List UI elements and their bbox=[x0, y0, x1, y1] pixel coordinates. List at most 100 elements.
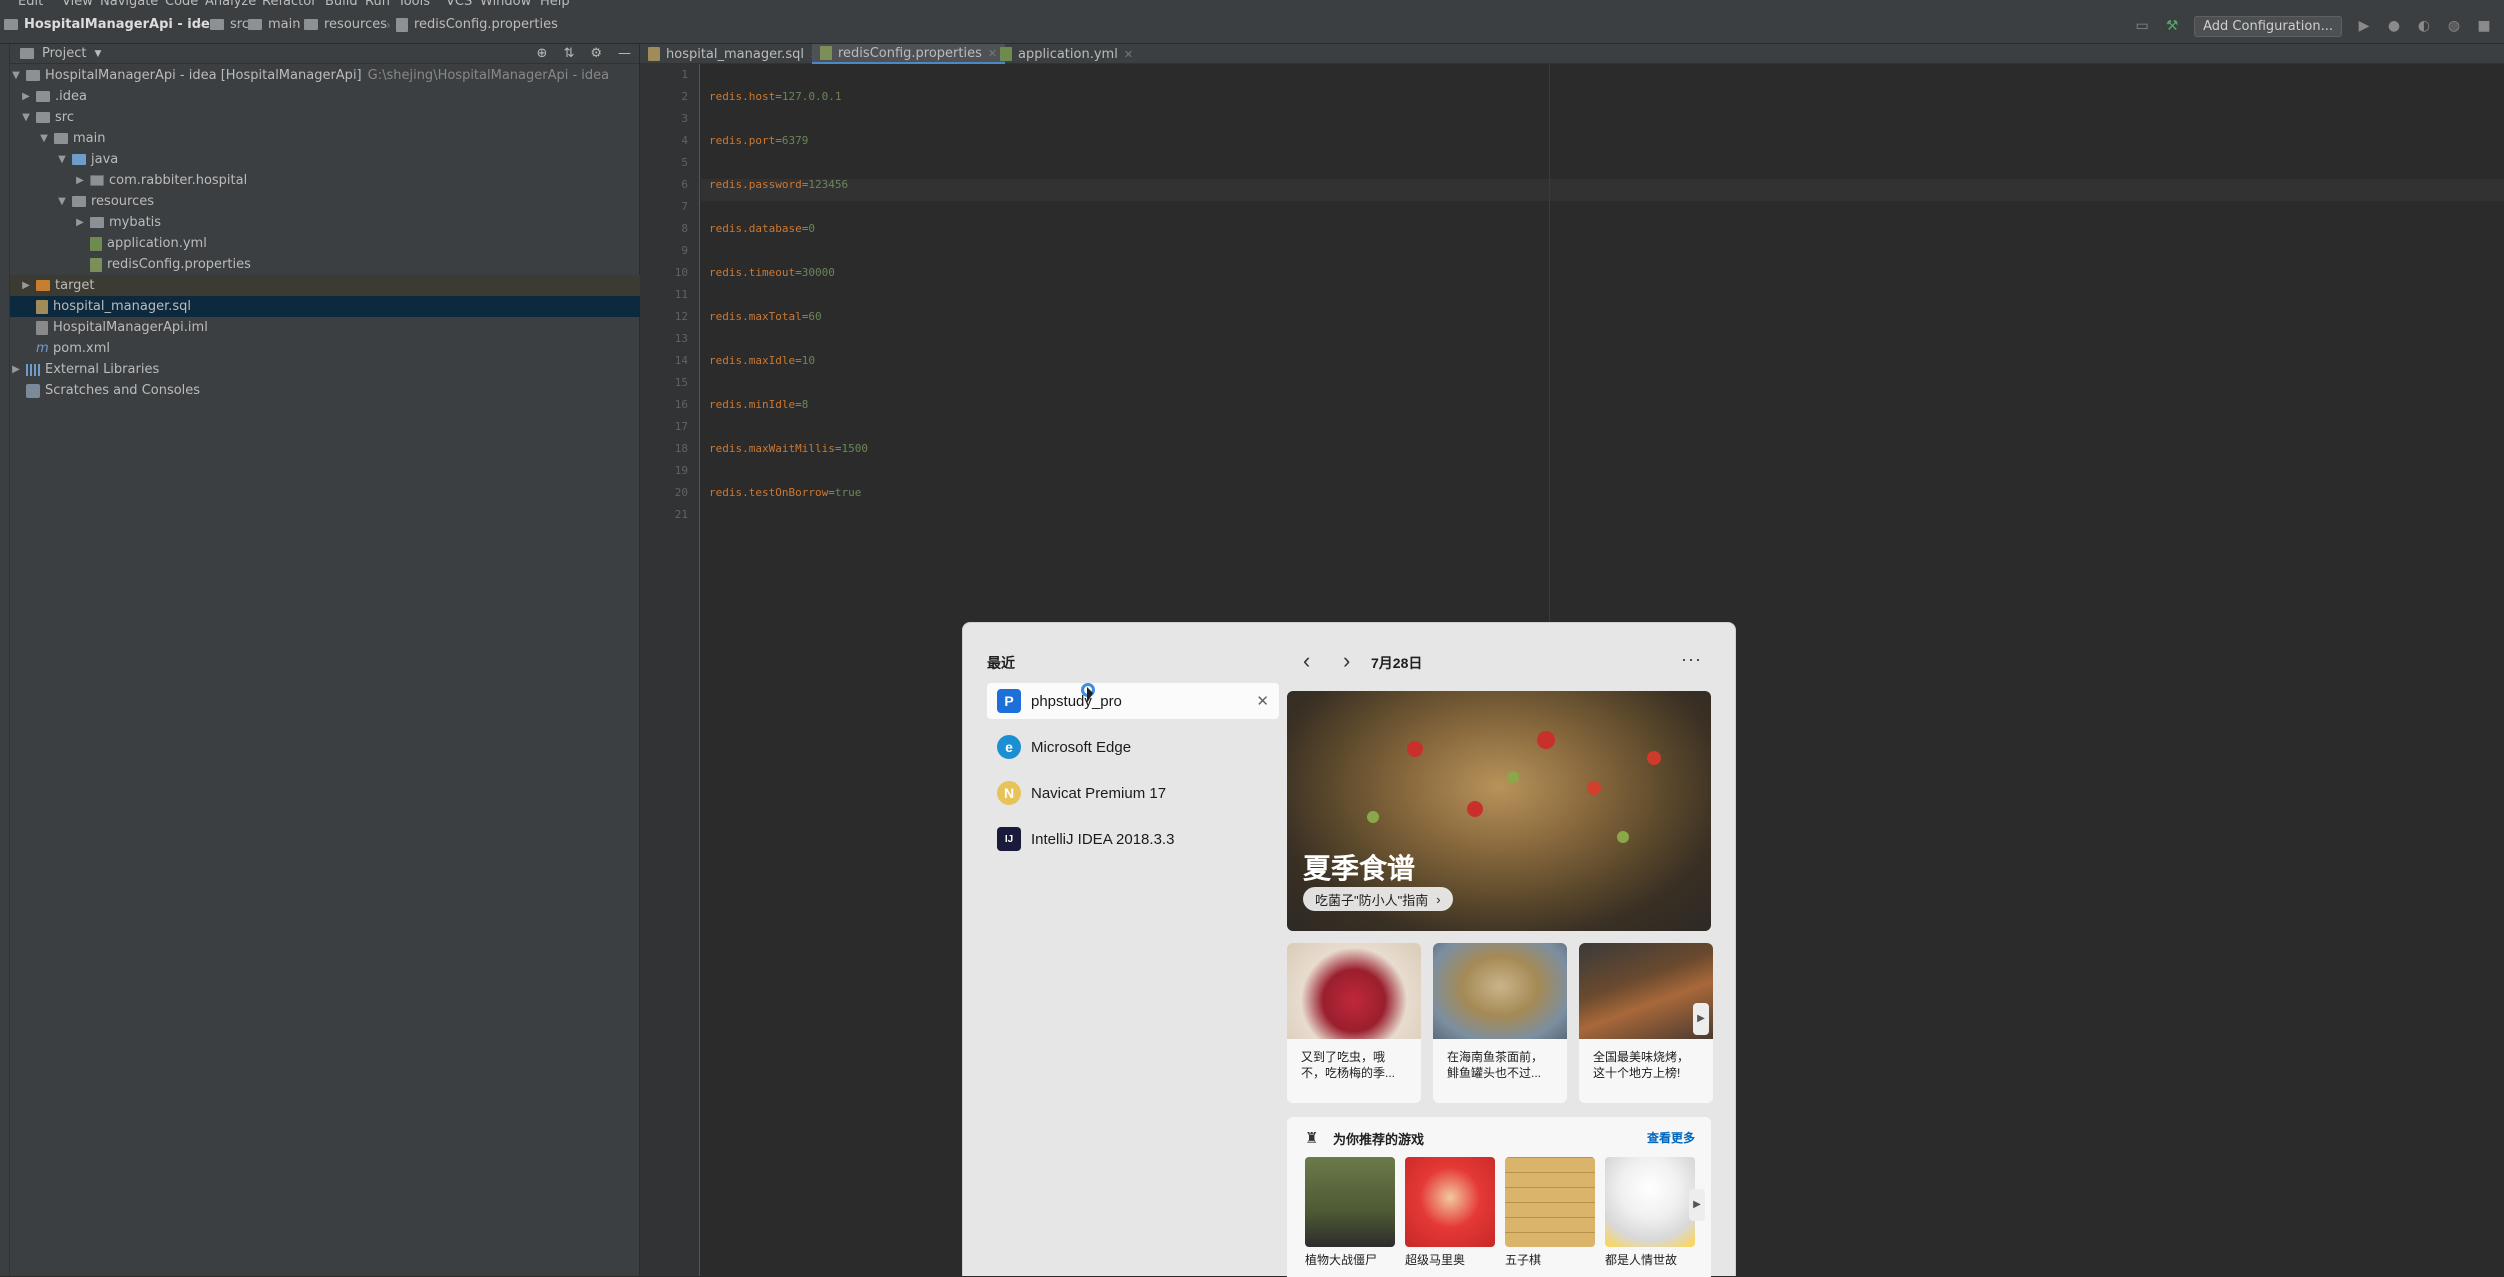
breadcrumb-resources[interactable]: resources bbox=[304, 17, 387, 32]
scratches-icon bbox=[26, 383, 40, 398]
recent-app-phpstudy[interactable]: P phpstudy_pro ✕ bbox=[987, 683, 1279, 719]
collapsed-arrow-icon[interactable]: ▶ bbox=[74, 175, 86, 186]
tree-item-iml[interactable]: HospitalManagerApi.iml bbox=[10, 317, 640, 338]
property-key: redis.maxTotal= bbox=[709, 310, 809, 323]
menu-refactor[interactable]: Refactor bbox=[262, 0, 317, 8]
chevron-right-icon: › bbox=[1436, 891, 1441, 907]
menu-help[interactable]: Help bbox=[540, 0, 570, 8]
tree-item-java[interactable]: ▼ java bbox=[10, 149, 640, 170]
stop-icon[interactable]: ■ bbox=[2476, 18, 2492, 34]
recent-app-navicat[interactable]: N Navicat Premium 17 bbox=[987, 775, 1279, 811]
property-value: 10 bbox=[801, 354, 815, 367]
close-icon[interactable]: ✕ bbox=[1256, 692, 1269, 710]
hero-recipe-card[interactable]: 夏季食谱 吃菌子"防小人"指南 › bbox=[1287, 691, 1711, 931]
folder-icon bbox=[210, 19, 224, 30]
menu-navigate[interactable]: Navigate bbox=[100, 0, 158, 8]
tree-item-target[interactable]: ▶ target bbox=[10, 275, 640, 296]
minimize-icon[interactable]: — bbox=[618, 46, 631, 61]
collapsed-arrow-icon[interactable]: ▶ bbox=[10, 364, 22, 375]
expanded-arrow-icon[interactable]: ▼ bbox=[20, 112, 32, 123]
start-menu-panel: 最近 P phpstudy_pro ✕ e Microsoft Edge N N… bbox=[962, 622, 1736, 1277]
gear-icon[interactable]: ⚙ bbox=[590, 46, 602, 61]
games-next-icon[interactable]: ▶ bbox=[1689, 1189, 1705, 1221]
fish-image bbox=[1433, 943, 1567, 1039]
tree-item-resources[interactable]: ▼ resources bbox=[10, 191, 640, 212]
tab-application-yml[interactable]: application.yml ✕ bbox=[992, 44, 1141, 64]
tree-item-sql[interactable]: hospital_manager.sql bbox=[10, 296, 640, 317]
menu-edit[interactable]: Edit bbox=[18, 0, 43, 8]
collapsed-arrow-icon[interactable]: ▶ bbox=[20, 280, 32, 291]
yaml-file-icon bbox=[1000, 47, 1012, 61]
expanded-arrow-icon[interactable]: ▼ bbox=[10, 70, 22, 81]
locate-icon[interactable]: ⊕ bbox=[537, 46, 548, 61]
news-card[interactable]: 在海南鱼茶面前，鲱鱼罐头也不过... bbox=[1433, 943, 1567, 1103]
tree-item-pom[interactable]: m pom.xml bbox=[10, 338, 640, 359]
tree-item-src[interactable]: ▼ src bbox=[10, 107, 640, 128]
tab-hospital-manager-sql[interactable]: hospital_manager.sql ✕ bbox=[640, 44, 827, 64]
profile-icon[interactable]: ◍ bbox=[2446, 18, 2462, 34]
menu-run[interactable]: Run bbox=[365, 0, 390, 8]
tree-item-redis-properties[interactable]: redisConfig.properties bbox=[10, 254, 640, 275]
left-tool-strip bbox=[0, 44, 10, 1276]
tree-item-idea[interactable]: ▶ .idea bbox=[10, 86, 640, 107]
menu-analyze[interactable]: Analyze bbox=[205, 0, 256, 8]
game-tile[interactable]: 五子棋 bbox=[1505, 1157, 1595, 1268]
expanded-arrow-icon[interactable]: ▼ bbox=[56, 196, 68, 207]
breadcrumb-file[interactable]: redisConfig.properties bbox=[396, 17, 558, 32]
menu-vcs[interactable]: VCS bbox=[446, 0, 472, 8]
collapse-icon[interactable]: ⇅ bbox=[563, 46, 574, 61]
run-icon[interactable]: ▶ bbox=[2356, 18, 2372, 34]
menu-view[interactable]: View bbox=[62, 0, 93, 8]
property-key: redis.password= bbox=[709, 178, 809, 191]
breadcrumb-separator: › bbox=[386, 18, 391, 32]
bean-icon bbox=[1367, 811, 1379, 823]
tree-item-mybatis[interactable]: ▶ mybatis bbox=[10, 212, 640, 233]
tree-item-package[interactable]: ▶ com.rabbiter.hospital bbox=[10, 170, 640, 191]
intellij-icon: IJ bbox=[997, 827, 1021, 851]
tree-item-external-libraries[interactable]: ▶ External Libraries bbox=[10, 359, 640, 380]
folder-icon bbox=[248, 19, 262, 30]
mario-game-image bbox=[1405, 1157, 1495, 1247]
phpstudy-icon: P bbox=[997, 689, 1021, 713]
menu-tools[interactable]: Tools bbox=[398, 0, 430, 8]
menu-window[interactable]: Window bbox=[480, 0, 531, 8]
folder-icon bbox=[36, 112, 50, 123]
hero-link-chip[interactable]: 吃菌子"防小人"指南 › bbox=[1303, 887, 1453, 911]
line-number-gutter: 1 2 3 4 5 6 7 8 9 10 11 12 13 14 15 16 17 18 19 20 21 bbox=[640, 64, 700, 1276]
menu-code[interactable]: Code bbox=[165, 0, 198, 8]
tree-item-root[interactable]: ▼ HospitalManagerApi - idea [HospitalMan… bbox=[10, 65, 640, 86]
cards-next-icon[interactable]: ▶ bbox=[1693, 1003, 1709, 1035]
breadcrumb-project[interactable]: HospitalManagerApi - idea bbox=[4, 17, 219, 32]
more-options-icon[interactable]: ··· bbox=[1681, 649, 1702, 670]
close-icon[interactable]: ✕ bbox=[1124, 48, 1133, 61]
game-tile[interactable]: 都是人情世故 bbox=[1605, 1157, 1695, 1268]
tree-item-main[interactable]: ▼ main bbox=[10, 128, 640, 149]
breadcrumb-src[interactable]: src bbox=[210, 17, 249, 32]
tree-item-scratches[interactable]: Scratches and Consoles bbox=[10, 380, 640, 401]
game-tile[interactable]: 植物大战僵尸 bbox=[1305, 1157, 1395, 1268]
menu-build[interactable]: Build bbox=[325, 0, 358, 8]
project-view-selector[interactable]: Project bbox=[42, 46, 86, 61]
coverage-icon[interactable]: ◐ bbox=[2416, 18, 2432, 34]
tree-item-application-yml[interactable]: application.yml bbox=[10, 233, 640, 254]
source-folder-icon bbox=[72, 154, 86, 165]
expanded-arrow-icon[interactable]: ▼ bbox=[38, 133, 50, 144]
build-hammer-icon[interactable]: ⚒ bbox=[2164, 18, 2180, 34]
recent-app-edge[interactable]: e Microsoft Edge bbox=[987, 729, 1279, 765]
next-day-icon[interactable]: › bbox=[1343, 650, 1350, 672]
collapsed-arrow-icon[interactable]: ▶ bbox=[20, 91, 32, 102]
chevron-down-icon[interactable]: ▼ bbox=[94, 49, 101, 59]
debug-icon[interactable]: ● bbox=[2386, 18, 2402, 34]
collapsed-arrow-icon[interactable]: ▶ bbox=[74, 217, 86, 228]
recent-app-intellij[interactable]: IJ IntelliJ IDEA 2018.3.3 bbox=[987, 821, 1279, 857]
expanded-arrow-icon[interactable]: ▼ bbox=[56, 154, 68, 165]
line-number: 9 bbox=[681, 244, 688, 257]
game-tile[interactable]: 超级马里奥 bbox=[1405, 1157, 1495, 1268]
layout-icon[interactable]: ▭ bbox=[2134, 18, 2150, 34]
add-configuration-button[interactable]: Add Configuration... bbox=[2194, 15, 2342, 37]
previous-day-icon[interactable]: ‹ bbox=[1303, 650, 1310, 672]
tab-redis-config-properties[interactable]: redisConfig.properties ✕ bbox=[812, 44, 1006, 64]
news-card[interactable]: 又到了吃虫，哦不，吃杨梅的季... bbox=[1287, 943, 1421, 1103]
line-number: 16 bbox=[674, 398, 688, 411]
see-more-link[interactable]: 查看更多 bbox=[1647, 1129, 1695, 1146]
